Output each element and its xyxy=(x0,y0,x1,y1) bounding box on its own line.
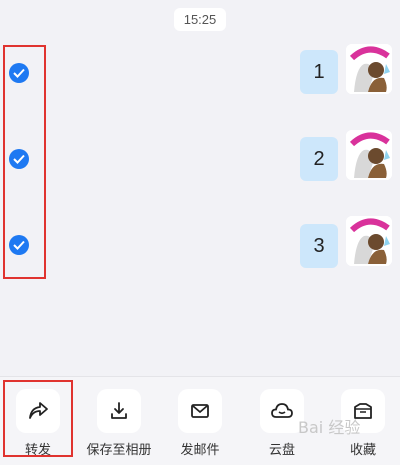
mail-icon xyxy=(178,389,222,433)
save-to-album-button[interactable]: 保存至相册 xyxy=(84,389,154,458)
timestamp: 15:25 xyxy=(174,8,226,31)
watermark: Bai 经验 xyxy=(298,418,361,437)
sticker-avatar-image xyxy=(346,44,392,94)
send-email-label: 发邮件 xyxy=(180,442,220,457)
save-to-album-label: 保存至相册 xyxy=(86,442,152,457)
send-email-button[interactable]: 发邮件 xyxy=(165,389,235,458)
message-1-bubble[interactable]: 1 xyxy=(300,50,338,94)
message-2-text: 2 xyxy=(313,147,325,170)
sticker-avatar-image xyxy=(346,130,392,180)
forward-highlight-box xyxy=(3,380,73,457)
avatar[interactable] xyxy=(346,130,392,180)
avatar[interactable] xyxy=(346,216,392,266)
sticker-avatar-image xyxy=(346,216,392,266)
message-3-text: 3 xyxy=(313,234,325,257)
message-2-checkbox[interactable] xyxy=(9,149,29,169)
message-2-bubble[interactable]: 2 xyxy=(300,137,338,181)
message-3-checkbox[interactable] xyxy=(9,235,29,255)
cloud-drive-label: 云盘 xyxy=(268,442,295,457)
checkmark-icon xyxy=(13,154,25,164)
download-icon xyxy=(97,389,141,433)
message-3-bubble[interactable]: 3 xyxy=(300,224,338,268)
checkmark-icon xyxy=(13,68,25,78)
checkmark-icon xyxy=(13,240,25,250)
message-1-checkbox[interactable] xyxy=(9,63,29,83)
timestamp-text: 15:25 xyxy=(183,12,217,27)
message-1-text: 1 xyxy=(313,60,325,83)
avatar[interactable] xyxy=(346,44,392,94)
favorites-label: 收藏 xyxy=(349,442,376,457)
